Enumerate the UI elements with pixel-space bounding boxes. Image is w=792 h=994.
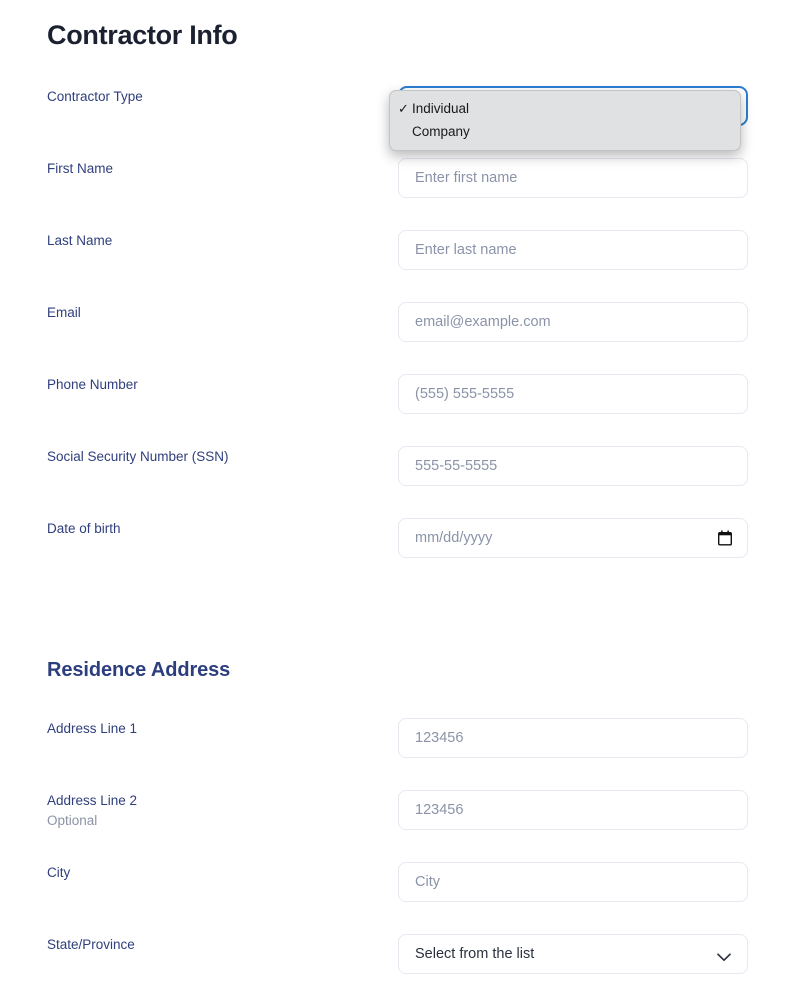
state-province-select-wrap: Select from the list <box>398 934 748 974</box>
label-last-name: Last Name <box>47 233 113 248</box>
address-line-2-input[interactable] <box>398 790 748 830</box>
check-icon: ✓ <box>398 101 409 116</box>
control-first-name <box>398 158 748 198</box>
state-province-selected-value: Select from the list <box>415 946 535 962</box>
control-email <box>398 302 748 342</box>
dropdown-option-label: Individual <box>412 101 470 116</box>
state-province-select[interactable]: Select from the list <box>398 934 748 974</box>
label-address-line-2-optional: Optional <box>47 813 98 828</box>
contractor-type-dropdown-popup[interactable]: ✓ Individual Company <box>389 90 741 151</box>
city-input[interactable] <box>398 862 748 902</box>
ssn-input[interactable] <box>398 446 748 486</box>
label-email: Email <box>47 305 81 320</box>
label-address-line-2-text: Address Line 2 <box>47 793 138 808</box>
email-input[interactable] <box>398 302 748 342</box>
control-state-province: Select from the list <box>398 934 748 974</box>
first-name-input[interactable] <box>398 158 748 198</box>
address-line-1-input[interactable] <box>398 718 748 758</box>
label-city: City <box>47 865 71 880</box>
phone-number-input[interactable] <box>398 374 748 414</box>
chevron-down-icon <box>717 950 731 961</box>
control-city <box>398 862 748 902</box>
label-first-name: First Name <box>47 161 114 176</box>
date-of-birth-wrap <box>398 518 748 558</box>
control-last-name <box>398 230 748 270</box>
label-address-line-2: Address Line 2 Optional <box>47 792 137 830</box>
page-title: Contractor Info <box>47 20 238 50</box>
last-name-input[interactable] <box>398 230 748 270</box>
control-address-line-2 <box>398 790 748 830</box>
control-phone-number <box>398 374 748 414</box>
label-phone-number: Phone Number <box>47 377 138 392</box>
section-title-residence-address: Residence Address <box>47 659 231 681</box>
dropdown-option-company[interactable]: Company <box>390 120 740 143</box>
date-of-birth-input[interactable] <box>398 518 748 558</box>
label-contractor-type: Contractor Type <box>47 89 143 104</box>
dropdown-option-individual[interactable]: ✓ Individual <box>390 97 740 120</box>
control-date-of-birth <box>398 518 748 558</box>
label-state-province: State/Province <box>47 937 135 952</box>
control-ssn <box>398 446 748 486</box>
contractor-form-page: Contractor Info Contractor Type Individu… <box>0 0 792 994</box>
dropdown-option-label: Company <box>412 124 470 139</box>
control-address-line-1 <box>398 718 748 758</box>
label-address-line-1: Address Line 1 <box>47 721 138 736</box>
label-ssn: Social Security Number (SSN) <box>47 449 229 464</box>
label-date-of-birth: Date of birth <box>47 521 121 536</box>
